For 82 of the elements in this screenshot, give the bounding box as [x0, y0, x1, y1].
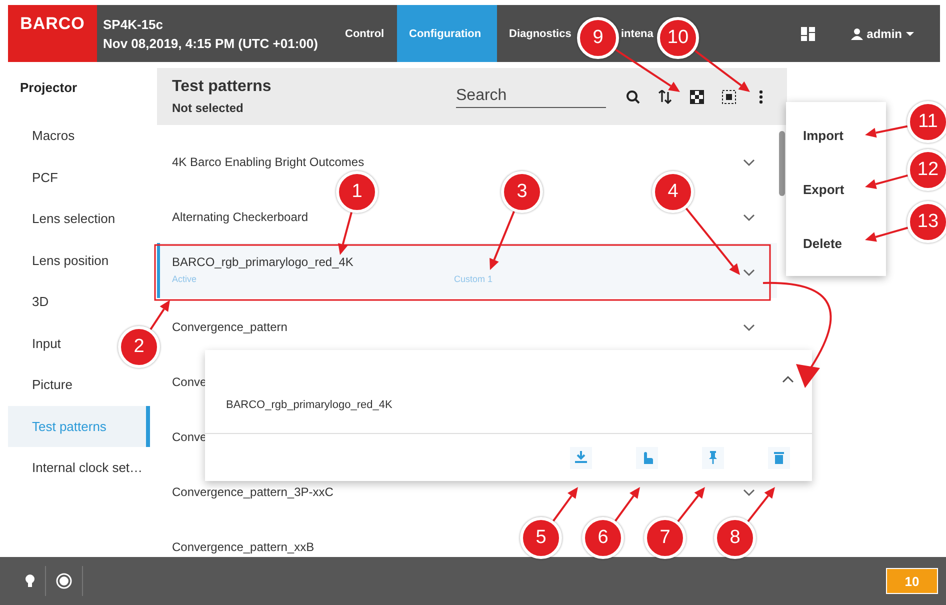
callout-marker: 7	[644, 517, 686, 559]
callout-marker: 3	[501, 171, 543, 213]
sidebar-item[interactable]: PCF	[8, 156, 58, 198]
callout-arrow	[614, 48, 680, 92]
callout-marker: 2	[118, 326, 160, 368]
callout-marker: 13	[907, 201, 946, 243]
menu-item[interactable]: Import	[786, 108, 886, 162]
callout-arrow	[677, 487, 705, 522]
menu-item[interactable]: Export	[786, 162, 886, 216]
panel-title: Test patterns	[172, 78, 272, 96]
callout-arrow	[865, 174, 908, 189]
pattern-name: Conve	[172, 375, 207, 389]
sidebar-item[interactable]: Macros	[8, 115, 75, 156]
nav-tab[interactable]: Control	[335, 5, 397, 62]
chevron-down-icon[interactable]	[743, 269, 755, 277]
sidebar-item[interactable]: Lens selection	[8, 198, 116, 240]
checkerboard-icon[interactable]	[690, 90, 704, 104]
delete-button[interactable]	[768, 446, 790, 468]
brand-logo: BARCO	[8, 5, 97, 62]
callout-marker: 1	[336, 171, 378, 213]
pattern-name: Convergence_pattern	[172, 320, 288, 334]
user-menu[interactable]: admin	[844, 26, 920, 42]
sort-icon[interactable]	[658, 90, 672, 104]
lightbulb-icon[interactable]	[25, 574, 35, 588]
pattern-name: Convergence_pattern_xxB	[172, 540, 314, 554]
date-time: Nov 08,2019, 4:15 PM (UTC +01:00)	[103, 36, 319, 50]
caret-icon	[906, 32, 914, 36]
pattern-name: Alternating Checkerboard	[172, 210, 308, 224]
callout-arrow	[694, 50, 750, 92]
download-icon	[575, 451, 587, 464]
selected-row[interactable]: BARCO_rgb_primarylogo_red_4K Active Custom 1	[157, 243, 777, 298]
chevron-up-icon[interactable]	[782, 375, 794, 383]
menu-item[interactable]: Delete	[786, 216, 886, 270]
trash-icon	[773, 451, 785, 464]
callout-arrow	[338, 212, 352, 255]
hand-pointer-icon	[641, 451, 653, 464]
download-button[interactable]	[570, 446, 592, 468]
sidebar-item[interactable]: Input	[8, 322, 61, 364]
dashboard-icon[interactable]	[800, 26, 815, 40]
callout-arrow	[150, 300, 170, 330]
callout-arrow	[685, 208, 740, 275]
pin-button[interactable]	[702, 446, 724, 468]
callout-marker: 12	[907, 149, 946, 191]
sidebar-item[interactable]: 3D	[8, 281, 49, 322]
select-all-icon[interactable]	[722, 90, 736, 104]
pattern-name: Convergence_pattern_3P-xxC	[172, 485, 334, 499]
search-icon[interactable]	[626, 90, 640, 104]
callout-marker: 8	[714, 517, 756, 559]
callout-marker: 6	[582, 517, 624, 559]
callout-arrow	[552, 487, 578, 522]
chevron-down-icon[interactable]	[743, 214, 755, 222]
pattern-name: 4K Barco Enabling Bright Outcomes	[172, 155, 364, 169]
pattern-name: BARCO_rgb_primarylogo_red_4K	[226, 399, 392, 411]
device-name: SP4K-15c	[103, 16, 164, 32]
nav-tab[interactable]: intena	[621, 5, 654, 62]
sidebar-title: Projector	[19, 79, 78, 97]
chevron-down-icon[interactable]	[743, 489, 755, 497]
pattern-name: BARCO_rgb_primarylogo_red_4K	[172, 255, 354, 269]
chevron-down-icon[interactable]	[743, 324, 755, 332]
callout-arrow	[865, 226, 908, 242]
activate-button[interactable]	[636, 446, 658, 468]
nav-tab[interactable]: Diagnostics	[497, 5, 580, 62]
pattern-name: Conve	[172, 430, 207, 444]
sidebar-item[interactable]: Internal clock set…	[8, 447, 143, 488]
callout-arrow	[865, 125, 908, 138]
chevron-down-icon[interactable]	[743, 159, 755, 167]
sidebar-item[interactable]: Lens position	[8, 240, 109, 281]
sidebar-item[interactable]: Picture	[8, 364, 72, 406]
callout-marker: 4	[652, 171, 694, 213]
callout-marker: 11	[907, 101, 946, 143]
record-icon[interactable]	[56, 573, 72, 589]
scrollbar-thumb[interactable]	[779, 131, 785, 196]
search-field[interactable]: Search	[456, 85, 606, 108]
status-label: Active	[172, 274, 198, 284]
selection-status: Not selected	[172, 101, 244, 115]
callout-arrow	[490, 211, 515, 270]
user-icon	[850, 28, 863, 40]
callout-arrow	[614, 487, 640, 522]
slot-label: Custom 1	[454, 274, 493, 284]
callout-marker: 5	[520, 517, 562, 559]
callout-arrow	[747, 487, 775, 522]
pin-icon	[707, 451, 719, 464]
